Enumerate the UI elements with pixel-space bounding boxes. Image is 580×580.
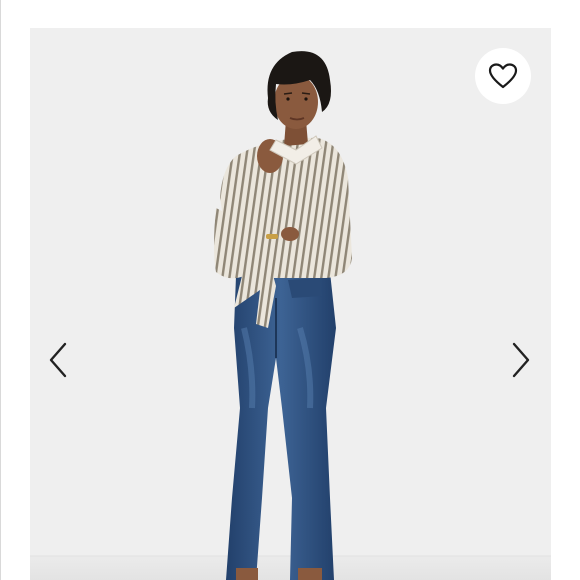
chevron-right-icon xyxy=(512,342,530,378)
divider xyxy=(0,0,1,580)
heart-outline-icon xyxy=(488,63,518,89)
product-photo[interactable] xyxy=(30,28,551,580)
chevron-left-icon xyxy=(49,342,67,378)
like-button[interactable] xyxy=(475,48,531,104)
previous-photo-button[interactable] xyxy=(44,340,72,380)
photo-carousel xyxy=(0,0,580,580)
next-photo-button[interactable] xyxy=(507,340,535,380)
model-illustration xyxy=(30,51,551,580)
